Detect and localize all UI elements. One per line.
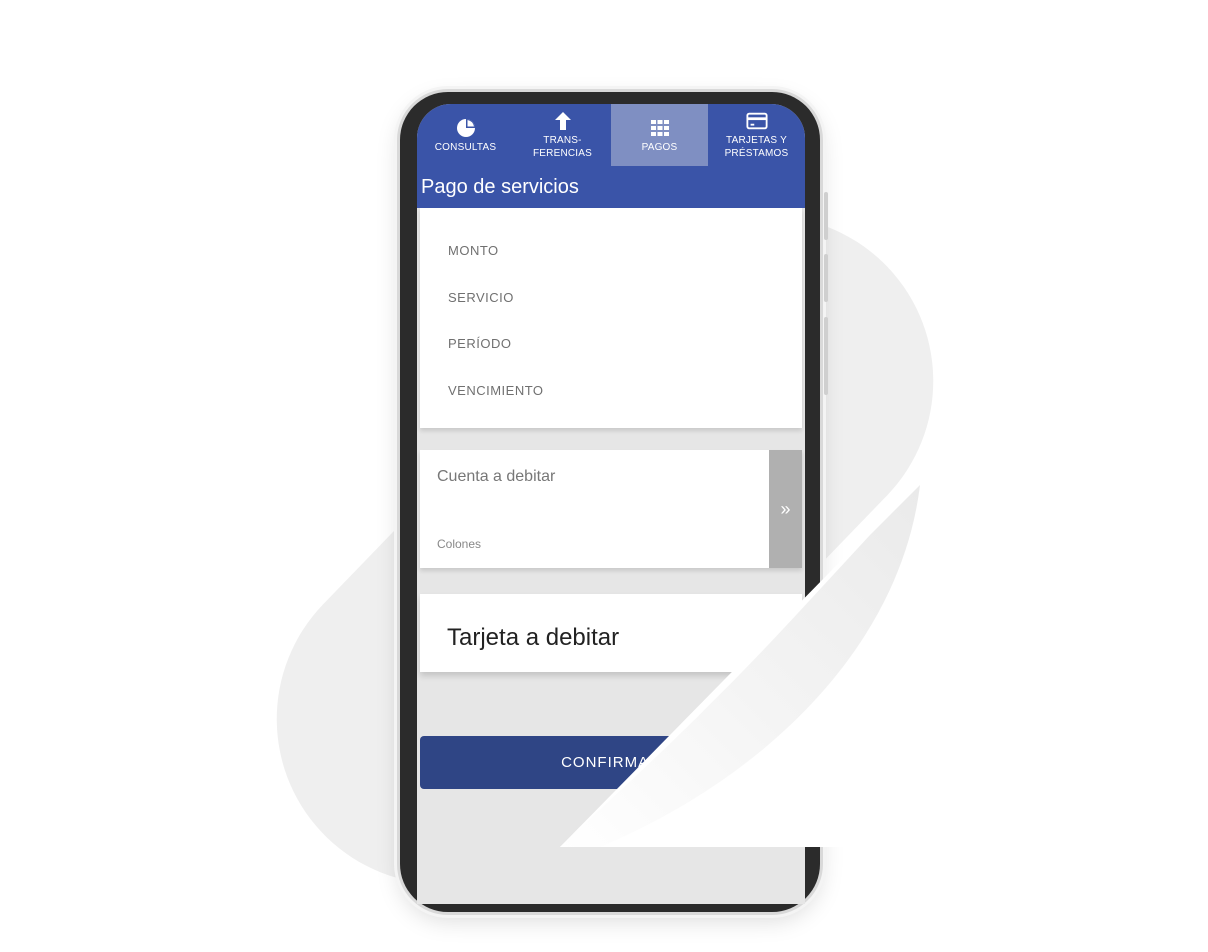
confirm-button[interactable]: CONFIRMAR [420, 736, 802, 789]
page-title: Pago de servicios [417, 166, 805, 208]
nav-item-transferencias[interactable]: TRANS- FERENCIAS [514, 104, 611, 166]
nav-item-tarjetas-prestamos[interactable]: TARJETAS Y PRÉSTAMOS [708, 104, 805, 166]
payment-details-card: MONTO SERVICIO PERÍODO VENCIMIENTO [420, 208, 802, 428]
arrow-up-icon [552, 110, 574, 132]
periodo-label: PERÍODO [448, 336, 512, 351]
nav-label: TRANS- FERENCIAS [532, 135, 593, 159]
nav-item-pagos[interactable]: PAGOS [611, 104, 708, 166]
pie-chart-icon [455, 117, 477, 139]
nav-label: TARJETAS Y PRÉSTAMOS [724, 135, 789, 159]
phone-frame: CONSULTAS TRANS- FERENCIAS PAGOS TARJETA… [400, 92, 828, 912]
grid-icon [649, 117, 671, 139]
account-currency: Colones [437, 537, 482, 551]
debit-card-section[interactable]: Tarjeta a debitar [420, 594, 802, 672]
nav-item-consultas[interactable]: CONSULTAS [417, 104, 514, 166]
double-chevron-right-icon[interactable]: » [769, 450, 802, 568]
credit-card-icon [745, 110, 768, 132]
debit-account-card[interactable]: Cuenta a debitar Colones » [420, 450, 802, 568]
nav-label: CONSULTAS [434, 141, 497, 153]
monto-label: MONTO [448, 243, 499, 258]
debit-account-title: Cuenta a debitar [437, 468, 556, 485]
app-screen: CONSULTAS TRANS- FERENCIAS PAGOS TARJETA… [417, 104, 805, 904]
nav-label: PAGOS [641, 141, 678, 153]
vencimiento-label: VENCIMIENTO [448, 383, 544, 398]
servicio-label: SERVICIO [448, 290, 514, 305]
phone-side-button [824, 192, 828, 240]
debit-card-title: Tarjeta a debitar [447, 624, 620, 651]
phone-side-button [824, 254, 828, 302]
top-navigation: CONSULTAS TRANS- FERENCIAS PAGOS TARJETA… [417, 104, 805, 166]
phone-side-button [824, 317, 828, 395]
